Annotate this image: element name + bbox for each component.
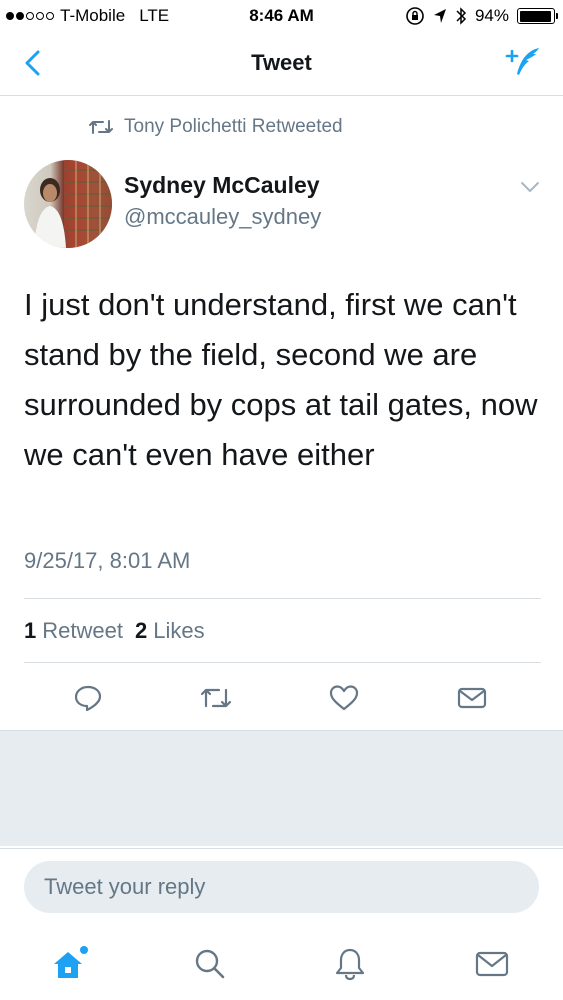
reply-bar: Tweet your reply (0, 848, 563, 928)
background-area (0, 730, 563, 846)
likes-stat[interactable]: 2 Likes (135, 618, 205, 644)
heart-icon (329, 685, 359, 711)
reply-icon (74, 685, 102, 712)
compose-tweet-icon[interactable] (503, 44, 543, 80)
retweet-small-icon (89, 120, 113, 134)
tab-bar (0, 928, 563, 1000)
tab-notifications[interactable] (326, 940, 374, 988)
reply-input[interactable]: Tweet your reply (24, 861, 539, 913)
location-icon (433, 9, 446, 23)
retweeted-by[interactable]: Tony Polichetti Retweeted (88, 116, 343, 138)
retweet-label: Retweet (42, 618, 123, 643)
reply-button[interactable] (70, 680, 106, 716)
avatar[interactable] (24, 160, 112, 248)
like-label: Likes (153, 618, 205, 643)
avatar-photo (34, 160, 112, 248)
nav-bar: Tweet (0, 32, 563, 96)
tweet-timestamp: 9/25/17, 8:01 AM (24, 548, 191, 573)
messages-icon (475, 951, 509, 977)
orientation-lock-icon (406, 7, 424, 25)
author-handle[interactable]: @mccauley_sydney (124, 204, 321, 230)
retweet-icon (200, 688, 232, 708)
envelope-icon (457, 687, 487, 709)
like-count: 2 (134, 618, 148, 643)
like-button[interactable] (326, 680, 362, 716)
tab-home[interactable] (44, 940, 92, 988)
bluetooth-icon (456, 7, 467, 25)
retweet-button[interactable] (198, 680, 234, 716)
divider (24, 662, 541, 663)
search-icon (195, 949, 225, 979)
battery-percent: 94% (474, 6, 509, 25)
page-title: Tweet (251, 50, 312, 75)
tweet-stats: 1 Retweet 2 Likes (24, 618, 205, 644)
battery-fill (519, 10, 551, 22)
tweet-text: I just don't understand, first we can't … (24, 287, 538, 472)
tweet-actions (0, 676, 563, 720)
tab-messages[interactable] (468, 940, 516, 988)
retweeted-by-label: Tony Polichetti Retweeted (124, 116, 343, 137)
author-name[interactable]: Sydney McCauley (124, 172, 320, 199)
retweet-count: 1 (24, 618, 37, 643)
notifications-icon (335, 948, 365, 981)
home-icon (54, 946, 88, 978)
status-bar: T-Mobile LTE 8:46 AM 94% (0, 0, 563, 32)
chevron-down-icon[interactable] (519, 180, 541, 194)
tab-search[interactable] (186, 940, 234, 988)
direct-message-button[interactable] (454, 680, 490, 716)
divider (24, 598, 541, 599)
battery-icon (517, 8, 558, 24)
retweets-stat[interactable]: 1 Retweet (24, 618, 123, 644)
status-right: 94% (405, 6, 558, 26)
